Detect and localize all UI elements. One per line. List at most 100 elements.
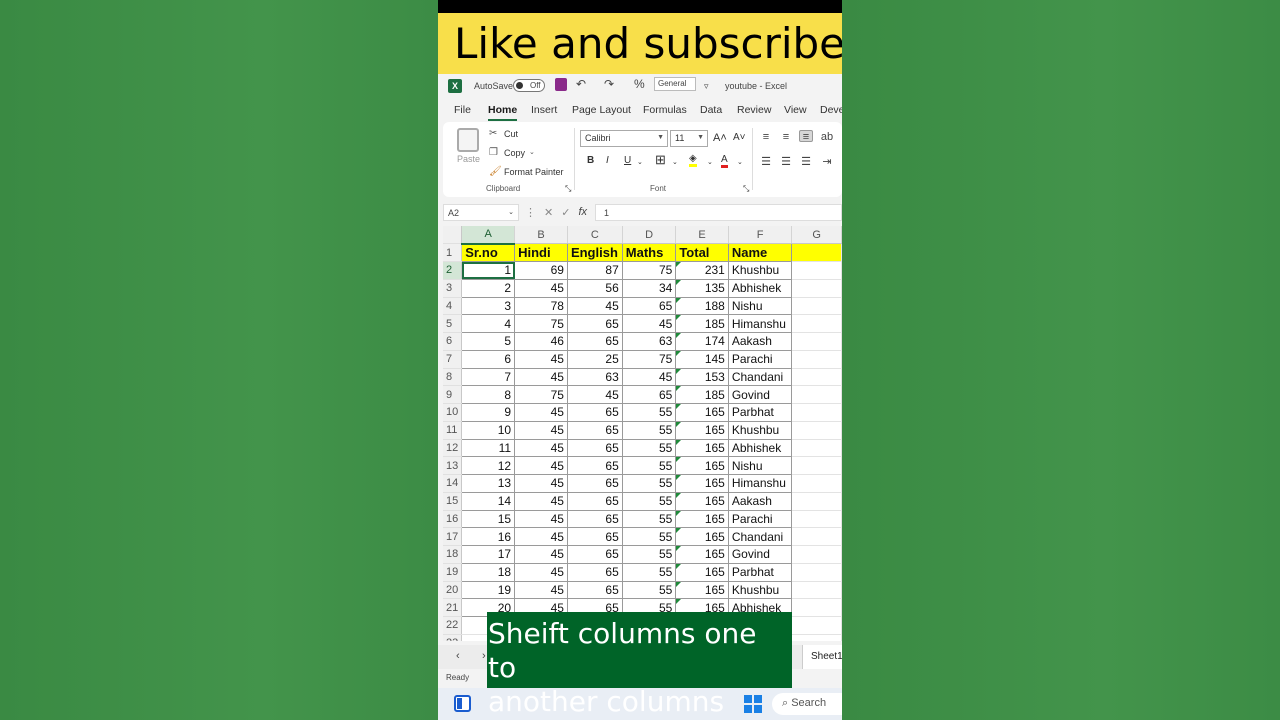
data-cell[interactable]: 78 [514,297,568,316]
data-cell[interactable]: 165 [675,527,729,546]
data-cell[interactable]: Aakash [728,492,793,511]
tab-formulas[interactable]: Formulas [643,104,687,116]
borders-icon[interactable]: ⊞ [655,152,666,168]
data-cell[interactable]: 45 [514,492,568,511]
data-cell[interactable]: 11 [461,439,516,458]
empty-cell[interactable] [791,581,842,600]
empty-cell[interactable] [791,616,842,635]
data-cell[interactable]: 45 [622,368,677,387]
widgets-icon[interactable] [454,695,471,712]
bold-button[interactable]: B [587,155,594,166]
data-cell[interactable]: 165 [675,439,729,458]
empty-cell[interactable] [791,510,842,529]
tab-page-layout[interactable]: Page Layout [572,104,631,116]
data-cell[interactable]: 145 [675,350,729,369]
font-color-icon[interactable]: A [721,155,728,168]
sheet-tab-sheet1[interactable]: Sheet1 [802,645,842,669]
row-header[interactable]: 13 [443,456,463,475]
data-cell[interactable]: 65 [567,403,623,422]
data-cell[interactable]: Govind [728,385,793,404]
column-header-g[interactable]: G [791,226,842,245]
row-header[interactable]: 22 [443,616,463,635]
data-cell[interactable]: 45 [514,439,568,458]
underline-button[interactable]: U [624,155,631,166]
tab-file[interactable]: File [454,104,471,116]
data-cell[interactable]: 65 [567,492,623,511]
data-cell[interactable]: 45 [622,314,677,333]
row-header[interactable]: 15 [443,492,463,511]
data-cell[interactable]: 45 [514,474,568,493]
copy-button[interactable]: ❐ Copy ⌄ [489,147,540,158]
data-cell[interactable]: 1 [461,261,516,280]
data-cell[interactable]: 45 [514,563,568,582]
data-cell[interactable]: 6 [461,350,516,369]
data-cell[interactable]: 4 [461,314,516,333]
data-cell[interactable]: 135 [675,279,729,298]
empty-cell[interactable] [791,243,842,262]
row-header[interactable]: 23 [443,634,463,641]
undo-icon[interactable]: ↶ [576,77,586,91]
data-cell[interactable]: 56 [567,279,623,298]
cut-button[interactable]: ✂ Cut [489,128,518,139]
data-cell[interactable]: 65 [567,545,623,564]
data-cell[interactable]: 45 [514,279,568,298]
row-header[interactable]: 17 [443,527,463,546]
data-cell[interactable]: 16 [461,527,516,546]
row-header[interactable]: 2 [443,261,463,280]
decrease-font-icon[interactable]: A˅ [733,132,746,143]
cancel-icon[interactable]: ✕ [544,206,553,219]
data-cell[interactable]: 45 [514,368,568,387]
data-cell[interactable]: 45 [514,510,568,529]
data-cell[interactable]: Himanshu [728,314,793,333]
tab-view[interactable]: View [784,104,807,116]
chevron-down-icon[interactable]: ⌄ [737,158,743,166]
empty-cell[interactable] [791,492,842,511]
data-cell[interactable]: 165 [675,545,729,564]
row-header[interactable]: 3 [443,279,463,298]
row-header[interactable]: 21 [443,598,463,617]
data-cell[interactable]: 55 [622,439,677,458]
row-header[interactable]: 7 [443,350,463,369]
column-header-f[interactable]: F [728,226,793,245]
data-cell[interactable]: 65 [567,421,623,440]
data-cell[interactable]: 55 [622,581,677,600]
data-cell[interactable]: 165 [675,563,729,582]
data-cell[interactable]: 65 [567,510,623,529]
data-cell[interactable]: 65 [567,456,623,475]
data-cell[interactable]: 45 [514,456,568,475]
empty-cell[interactable] [791,474,842,493]
font-launcher-icon[interactable]: ⤡ [743,184,749,194]
empty-cell[interactable] [791,279,842,298]
data-cell[interactable]: 2 [461,279,516,298]
data-cell[interactable]: 165 [675,421,729,440]
align-left-icon[interactable]: ☰ [759,156,773,168]
increase-font-icon[interactable]: A˄ [713,132,727,144]
data-cell[interactable]: Parachi [728,510,793,529]
data-cell[interactable]: 75 [622,261,677,280]
data-cell[interactable]: 34 [622,279,677,298]
data-cell[interactable]: 45 [514,581,568,600]
data-cell[interactable]: 45 [567,385,623,404]
data-cell[interactable]: Nishu [728,456,793,475]
next-sheet-icon[interactable]: › [482,650,486,662]
row-header[interactable]: 8 [443,368,463,387]
empty-cell[interactable] [791,456,842,475]
select-all-corner[interactable] [443,226,463,245]
header-cell[interactable]: Sr.no [461,243,516,262]
row-header[interactable]: 4 [443,297,463,316]
data-cell[interactable]: 9 [461,403,516,422]
data-cell[interactable]: Abhishek [728,439,793,458]
data-cell[interactable]: 65 [567,581,623,600]
data-cell[interactable]: 55 [622,403,677,422]
data-cell[interactable]: Chandani [728,368,793,387]
data-cell[interactable]: 12 [461,456,516,475]
empty-cell[interactable] [791,545,842,564]
tab-review[interactable]: Review [737,104,771,116]
data-cell[interactable]: 5 [461,332,516,351]
data-cell[interactable]: 153 [675,368,729,387]
data-cell[interactable]: 165 [675,474,729,493]
data-cell[interactable]: 45 [514,350,568,369]
data-cell[interactable]: 185 [675,314,729,333]
tab-insert[interactable]: Insert [531,104,557,116]
chevron-down-icon[interactable]: ⌄ [707,158,713,166]
